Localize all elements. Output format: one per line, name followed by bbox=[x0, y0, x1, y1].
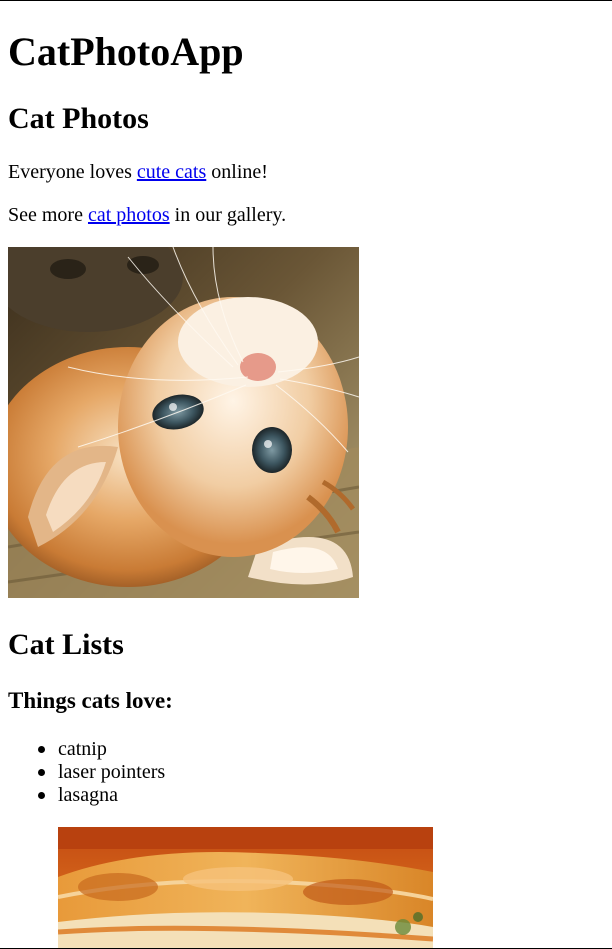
browser-viewport: CatPhotoApp Cat Photos Everyone loves cu… bbox=[0, 0, 612, 949]
orange-kitten-photo bbox=[8, 247, 359, 598]
cat-photos-heading: Cat Photos bbox=[8, 102, 149, 135]
list-item: laser pointers bbox=[38, 761, 166, 784]
list-item-text: laser pointers bbox=[58, 761, 166, 783]
cat-photos-link[interactable]: cat photos bbox=[88, 204, 170, 226]
cat-photo-image-link[interactable] bbox=[8, 247, 359, 598]
list-item: catnip bbox=[38, 738, 165, 761]
lasagna-photo bbox=[58, 827, 433, 948]
cute-cats-link[interactable]: cute cats bbox=[137, 161, 206, 183]
gallery-text-after: in our gallery. bbox=[169, 204, 287, 226]
gallery-paragraph: See more cat photos in our gallery. bbox=[8, 203, 286, 227]
intro-text-after: online! bbox=[206, 161, 268, 183]
list-item-text: lasagna bbox=[58, 784, 118, 806]
list-item: lasagna bbox=[38, 784, 165, 807]
bullet-icon bbox=[38, 746, 45, 753]
things-cats-love-heading: Things cats love: bbox=[8, 688, 173, 713]
intro-text-before: Everyone loves bbox=[8, 161, 137, 183]
bullet-icon bbox=[38, 769, 45, 776]
bullet-icon bbox=[38, 792, 45, 799]
cat-lists-heading: Cat Lists bbox=[8, 628, 124, 661]
list-item-text: catnip bbox=[58, 738, 107, 760]
lasagna-image bbox=[58, 827, 433, 948]
gallery-text-before: See more bbox=[8, 204, 88, 226]
page-title: CatPhotoApp bbox=[8, 29, 244, 74]
things-cats-love-list: catnip laser pointers lasagna bbox=[38, 738, 166, 807]
intro-paragraph: Everyone loves cute cats online! bbox=[8, 160, 268, 184]
